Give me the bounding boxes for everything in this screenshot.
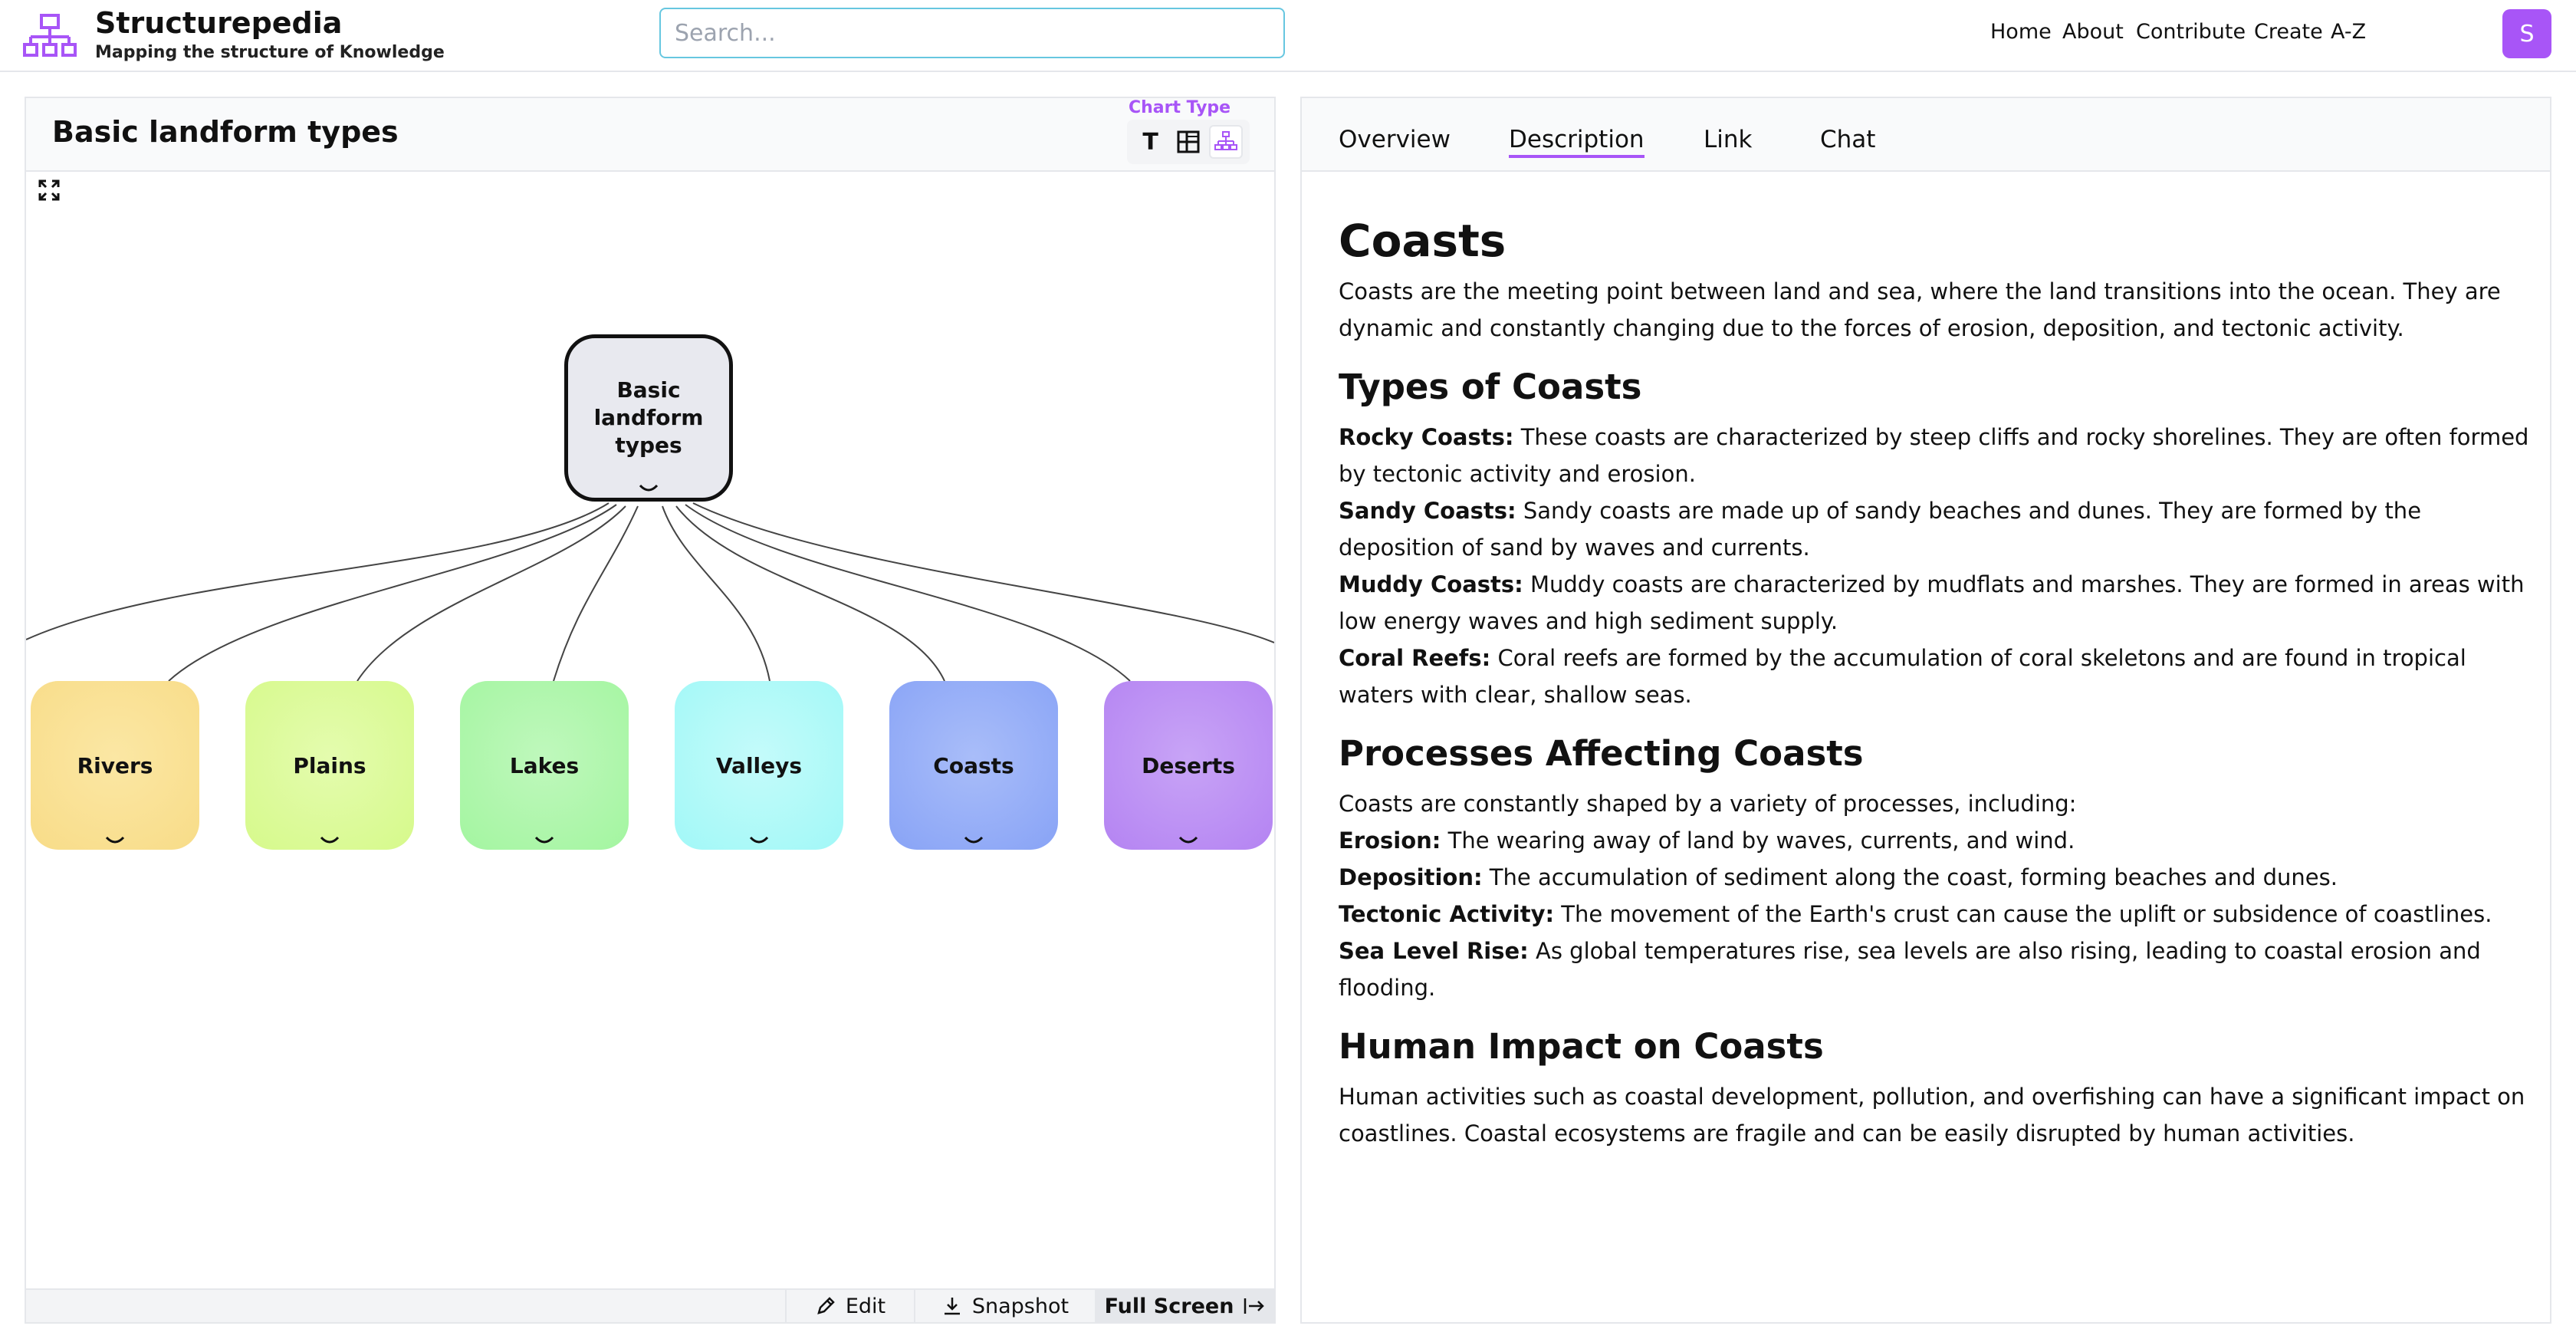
human-impact-heading: Human Impact on Coasts <box>1339 1026 1824 1067</box>
process-item: Tectonic Activity: The movement of the E… <box>1339 896 2535 933</box>
root-node-label: Basic landform types <box>593 377 704 458</box>
process-term: Sea Level Rise: <box>1339 938 1529 964</box>
process-term: Erosion: <box>1339 827 1441 854</box>
connector-line <box>692 502 1274 643</box>
text-icon: T <box>1142 128 1158 156</box>
description-content: Coasts Coasts are the meeting point betw… <box>1339 213 2535 1152</box>
nav-a-z[interactable]: A-Z <box>2331 20 2366 44</box>
chevron-down-icon[interactable] <box>1178 834 1199 847</box>
intro-paragraph: Coasts are the meeting point between lan… <box>1339 278 2501 341</box>
top-header: Structurepedia Mapping the structure of … <box>0 0 2576 72</box>
node-rivers[interactable]: Rivers <box>31 681 199 850</box>
chevron-down-icon[interactable] <box>748 834 770 847</box>
node-deserts[interactable]: Deserts <box>1104 681 1273 850</box>
node-label: Valleys <box>715 752 803 778</box>
nav-home[interactable]: Home <box>1990 20 2052 44</box>
root-node[interactable]: Basic landform types <box>564 334 733 502</box>
grid-chart-button[interactable] <box>1171 125 1205 159</box>
nav-create[interactable]: Create <box>2254 20 2323 44</box>
connector-lines <box>26 502 1274 682</box>
chevron-down-icon[interactable] <box>963 834 984 847</box>
process-item: Deposition: The accumulation of sediment… <box>1339 859 2535 896</box>
type-item: Sandy Coasts: Sandy coasts are made up o… <box>1339 492 2535 566</box>
brand-title[interactable]: Structurepedia <box>95 6 342 40</box>
node-coasts[interactable]: Coasts <box>889 681 1058 850</box>
hierarchy-logo-icon[interactable] <box>23 14 77 61</box>
chevron-down-icon[interactable] <box>638 482 659 495</box>
type-term: Coral Reefs: <box>1339 645 1491 671</box>
process-text: The wearing away of land by waves, curre… <box>1441 827 2075 854</box>
node-label: Deserts <box>1142 752 1235 778</box>
connector-line <box>553 505 639 682</box>
edit-button[interactable]: Edit <box>785 1290 914 1322</box>
processes-intro: Coasts are constantly shaped by a variet… <box>1339 791 2077 817</box>
type-term: Sandy Coasts: <box>1339 498 1516 524</box>
detail-tabs: Overview Description Link Chat <box>1302 98 2550 172</box>
node-label: Plains <box>293 752 366 778</box>
chart-type-label: Chart Type <box>1129 98 1231 117</box>
process-text: The movement of the Earth's crust can ca… <box>1554 901 2492 927</box>
detail-panel: Overview Description Link Chat Coasts Co… <box>1300 97 2551 1324</box>
hierarchy-diagram: Basic landform types Rivers Plains Lakes… <box>26 172 1274 1230</box>
node-lakes[interactable]: Lakes <box>460 681 629 850</box>
chart-panel: Basic landform types Chart Type T Basic … <box>25 97 1276 1324</box>
chevron-down-icon[interactable] <box>319 834 340 847</box>
node-plains[interactable]: Plains <box>245 681 414 850</box>
full-screen-button[interactable]: Full Screen <box>1095 1290 1274 1322</box>
grid-icon <box>1177 130 1200 153</box>
type-term: Rocky Coasts: <box>1339 424 1514 450</box>
description-heading: Coasts <box>1339 215 1506 267</box>
snapshot-label: Snapshot <box>971 1294 1070 1318</box>
process-item: Erosion: The wearing away of land by wav… <box>1339 822 2535 859</box>
connector-line <box>675 505 945 682</box>
connector-line <box>356 505 626 682</box>
hierarchy-chart-button[interactable] <box>1209 125 1244 159</box>
download-icon <box>944 1298 960 1315</box>
chevron-down-icon[interactable] <box>104 834 126 847</box>
type-text: Coral reefs are formed by the accumulati… <box>1339 645 2466 708</box>
brand-subtitle: Mapping the structure of Knowledge <box>95 43 445 62</box>
nav-contribute[interactable]: Contribute <box>2136 20 2246 44</box>
type-term: Muddy Coasts: <box>1339 571 1523 597</box>
exit-arrow-icon <box>1244 1298 1265 1314</box>
node-valleys[interactable]: Valleys <box>675 681 843 850</box>
hierarchy-icon <box>1214 131 1238 150</box>
text-chart-button[interactable]: T <box>1134 125 1168 159</box>
processes-heading: Processes Affecting Coasts <box>1339 733 1864 774</box>
process-term: Tectonic Activity: <box>1339 901 1555 927</box>
snapshot-button[interactable]: Snapshot <box>914 1290 1095 1322</box>
user-avatar[interactable]: S <box>2502 9 2551 58</box>
types-heading: Types of Coasts <box>1339 367 1642 407</box>
type-text: These coasts are characterized by steep … <box>1339 424 2529 487</box>
connector-line <box>662 505 770 682</box>
tab-overview[interactable]: Overview <box>1339 126 1451 153</box>
nav-about[interactable]: About <box>2062 20 2124 44</box>
node-label: Rivers <box>77 752 153 778</box>
pencil-icon <box>817 1297 835 1314</box>
process-item: Sea Level Rise: As global temperatures r… <box>1339 933 2535 1006</box>
chart-action-bar: Edit Snapshot Full Screen <box>26 1288 1274 1322</box>
search-input[interactable] <box>659 8 1285 58</box>
tab-chat[interactable]: Chat <box>1820 126 1875 153</box>
type-item: Coral Reefs: Coral reefs are formed by t… <box>1339 640 2535 713</box>
full-screen-label: Full Screen <box>1104 1294 1234 1318</box>
tab-description[interactable]: Description <box>1509 126 1644 158</box>
node-label: Coasts <box>933 752 1014 778</box>
tab-link[interactable]: Link <box>1704 126 1752 153</box>
chevron-down-icon[interactable] <box>534 834 555 847</box>
human-impact-paragraph: Human activities such as coastal develop… <box>1339 1084 2525 1147</box>
chart-title: Basic landform types <box>52 115 399 149</box>
type-item: Muddy Coasts: Muddy coasts are character… <box>1339 566 2535 640</box>
connector-line <box>168 504 617 682</box>
chart-panel-header: Basic landform types Chart Type T <box>26 98 1274 172</box>
chart-type-selector: T <box>1127 120 1250 164</box>
connector-line <box>685 504 1131 682</box>
edit-label: Edit <box>845 1294 886 1318</box>
type-item: Rocky Coasts: These coasts are character… <box>1339 419 2535 492</box>
node-label: Lakes <box>509 752 580 778</box>
process-text: The accumulation of sediment along the c… <box>1482 864 2338 890</box>
process-term: Deposition: <box>1339 864 1483 890</box>
